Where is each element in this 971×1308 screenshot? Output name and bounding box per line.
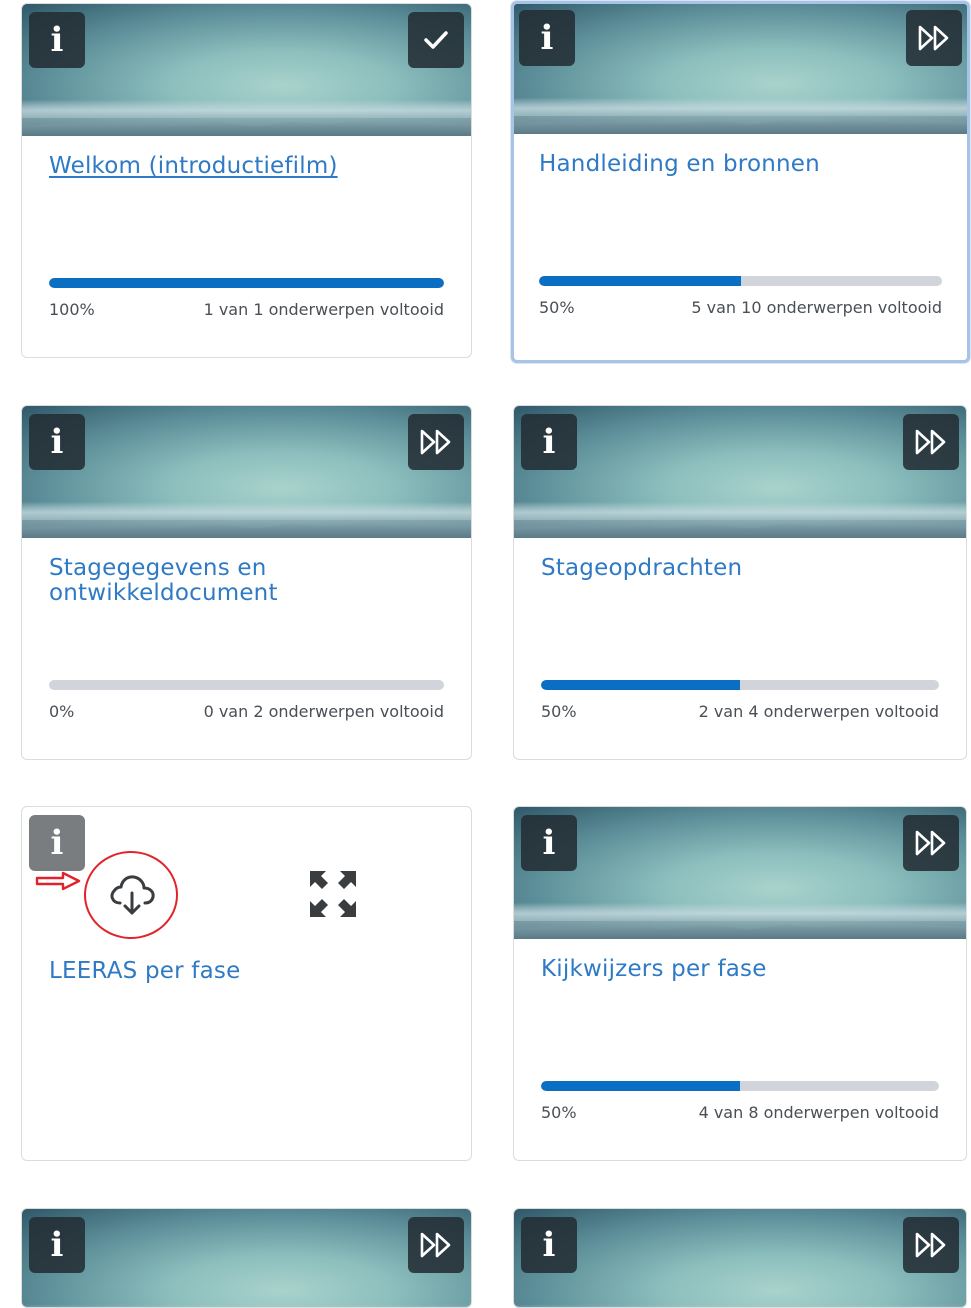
info-icon: i xyxy=(50,422,64,462)
cloud-download-icon[interactable] xyxy=(106,871,158,919)
info-icon: i xyxy=(542,422,556,462)
fast-forward-icon xyxy=(420,1232,451,1258)
card-banner-image xyxy=(22,406,471,538)
info-button[interactable]: i xyxy=(519,10,575,66)
fast-forward-icon xyxy=(918,25,949,51)
fast-forward-icon xyxy=(420,429,451,455)
continue-button[interactable] xyxy=(408,1217,464,1273)
topics-completed: 2 van 4 onderwerpen voltooid xyxy=(698,702,939,721)
progress-bar xyxy=(49,680,444,690)
info-button[interactable]: i xyxy=(29,414,85,470)
card-title-link[interactable]: Stageopdrachten xyxy=(541,556,946,581)
continue-button[interactable] xyxy=(903,815,959,871)
progress-bar xyxy=(539,276,942,286)
info-icon: i xyxy=(540,18,554,58)
progress-info: 100% 1 van 1 onderwerpen voltooid xyxy=(49,300,444,319)
checkmark-icon xyxy=(424,31,448,49)
card-title-link[interactable]: Stagegegevens en ontwikkeldocument xyxy=(49,556,309,606)
fast-forward-icon xyxy=(915,1232,946,1258)
topics-completed: 5 van 10 onderwerpen voltooid xyxy=(691,298,942,317)
progress-bar xyxy=(49,278,444,288)
continue-button[interactable] xyxy=(903,1217,959,1273)
module-card-kijkwijzers[interactable]: i Kijkwijzers per fase 50% 4 van 8 onder… xyxy=(513,806,967,1161)
progress-fill xyxy=(541,1081,740,1091)
red-arrow-icon xyxy=(35,871,81,891)
progress-fill xyxy=(49,278,444,288)
progress-bar xyxy=(541,1081,939,1091)
card-banner-image xyxy=(514,1209,966,1307)
progress-percent: 50% xyxy=(541,1103,577,1122)
continue-button[interactable] xyxy=(906,10,962,66)
expand-icon[interactable] xyxy=(306,867,360,921)
module-card-leeras[interactable]: i LEERAS per fase xyxy=(21,806,472,1161)
card-title-link[interactable]: Handleiding en bronnen xyxy=(539,152,947,177)
progress-percent: 50% xyxy=(541,702,577,721)
fast-forward-icon xyxy=(915,429,946,455)
info-icon: i xyxy=(50,1225,64,1265)
progress-percent: 50% xyxy=(539,298,575,317)
module-card-handleiding[interactable]: i Handleiding en bronnen 50% 5 van 10 on… xyxy=(511,1,970,363)
progress-info: 50% 5 van 10 onderwerpen voltooid xyxy=(539,298,942,317)
progress-info: 50% 4 van 8 onderwerpen voltooid xyxy=(541,1103,939,1122)
card-banner-image xyxy=(514,807,966,939)
progress-fill xyxy=(541,680,740,690)
card-title-link[interactable]: Welkom (introductiefilm) xyxy=(49,154,451,179)
module-card-stageopdrachten[interactable]: i Stageopdrachten 50% 2 van 4 onderwerpe… xyxy=(513,405,967,760)
card-banner-image xyxy=(514,406,966,538)
topics-completed: 0 van 2 onderwerpen voltooid xyxy=(203,702,444,721)
info-button[interactable]: i xyxy=(521,815,577,871)
topics-completed: 1 van 1 onderwerpen voltooid xyxy=(203,300,444,319)
module-card-welkom[interactable]: i Welkom (introductiefilm) 100% 1 van 1 … xyxy=(21,3,472,358)
progress-bar xyxy=(541,680,939,690)
card-title-link[interactable]: LEERAS per fase xyxy=(49,959,451,984)
module-card-stagegegevens[interactable]: i Stagegegevens en ontwikkeldocument 0% … xyxy=(21,405,472,760)
info-icon: i xyxy=(50,20,64,60)
module-card-partial-right[interactable]: i xyxy=(513,1208,967,1308)
card-banner-image xyxy=(514,4,967,134)
card-banner-image xyxy=(22,4,471,136)
info-button[interactable]: i xyxy=(521,414,577,470)
continue-button[interactable] xyxy=(903,414,959,470)
info-button[interactable]: i xyxy=(29,12,85,68)
info-button[interactable]: i xyxy=(29,815,85,871)
completed-button[interactable] xyxy=(408,12,464,68)
continue-button[interactable] xyxy=(408,414,464,470)
progress-info: 0% 0 van 2 onderwerpen voltooid xyxy=(49,702,444,721)
progress-fill xyxy=(539,276,741,286)
info-icon: i xyxy=(50,823,64,863)
progress-percent: 0% xyxy=(49,702,75,721)
card-banner-image xyxy=(22,1209,471,1307)
info-icon: i xyxy=(542,1225,556,1265)
progress-percent: 100% xyxy=(49,300,95,319)
info-icon: i xyxy=(542,823,556,863)
card-title-link[interactable]: Kijkwijzers per fase xyxy=(541,957,946,982)
topics-completed: 4 van 8 onderwerpen voltooid xyxy=(698,1103,939,1122)
fast-forward-icon xyxy=(915,830,946,856)
info-button[interactable]: i xyxy=(521,1217,577,1273)
module-card-partial-left[interactable]: i xyxy=(21,1208,472,1308)
progress-info: 50% 2 van 4 onderwerpen voltooid xyxy=(541,702,939,721)
info-button[interactable]: i xyxy=(29,1217,85,1273)
